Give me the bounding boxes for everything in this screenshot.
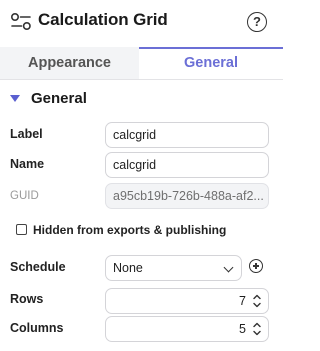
stepper-arrows-icon[interactable]: [252, 320, 262, 338]
name-input[interactable]: calcgrid: [105, 152, 269, 178]
tab-general-label: General: [184, 55, 238, 71]
columns-value: 5: [239, 322, 246, 336]
label-field-label: Label: [10, 127, 43, 141]
caret-down-icon: [10, 95, 20, 102]
schedule-field-label: Schedule: [10, 260, 66, 274]
tab-general[interactable]: General: [139, 47, 283, 79]
active-tab-indicator: [139, 47, 283, 49]
section-title: General: [31, 90, 87, 107]
hidden-from-exports-checkbox[interactable]: [16, 224, 27, 235]
columns-field-label: Columns: [10, 321, 64, 335]
rows-field-label: Rows: [10, 292, 44, 306]
chevron-down-icon: [223, 262, 234, 273]
guid-field-label: GUID: [10, 190, 39, 202]
panel-header: Calculation Grid ?: [0, 0, 283, 46]
columns-stepper[interactable]: 5: [105, 316, 269, 342]
rows-value: 7: [239, 294, 246, 308]
label-input[interactable]: calcgrid: [105, 122, 269, 148]
tab-bar: Appearance General: [0, 47, 283, 80]
add-schedule-icon[interactable]: [249, 259, 263, 273]
question-circle-icon[interactable]: ?: [247, 12, 267, 32]
rows-stepper[interactable]: 7: [105, 288, 269, 314]
toggle-settings-icon: [10, 12, 31, 31]
tab-appearance[interactable]: Appearance: [0, 47, 139, 79]
guid-field: a95cb19b-726b-488a-af2...: [105, 183, 269, 209]
hidden-from-exports-label: Hidden from exports & publishing: [33, 223, 227, 237]
stepper-arrows-icon[interactable]: [252, 292, 262, 310]
schedule-select[interactable]: None: [105, 255, 242, 281]
schedule-value: None: [113, 261, 143, 275]
panel-title: Calculation Grid: [38, 10, 168, 29]
name-field-label: Name: [10, 157, 45, 171]
